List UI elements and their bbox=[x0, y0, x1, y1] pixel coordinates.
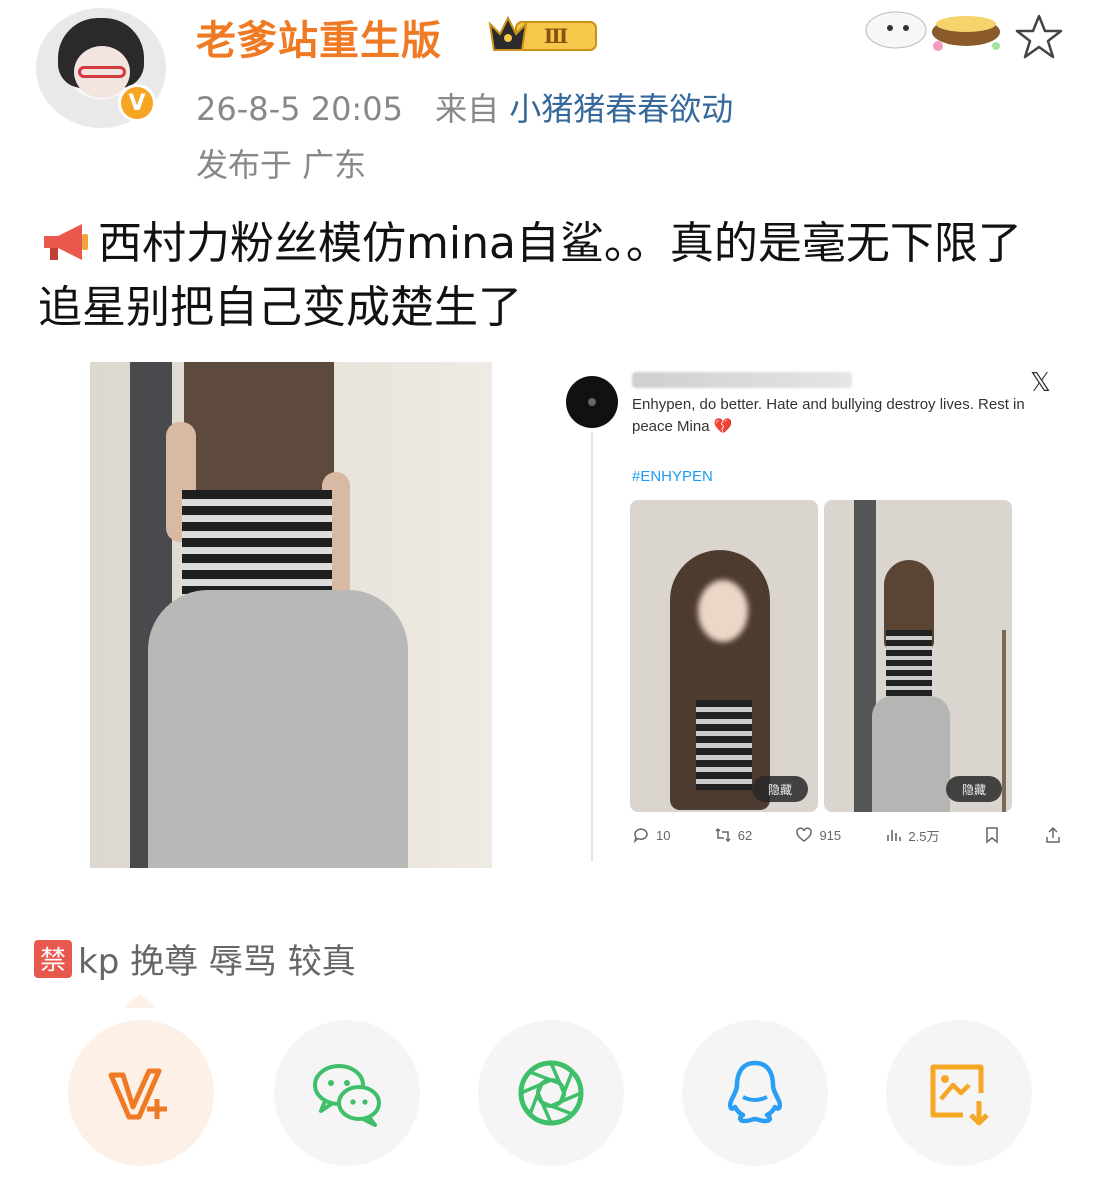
post-location: 发布于 广东 bbox=[196, 146, 367, 184]
tweet-retweet[interactable]: 62 bbox=[714, 826, 752, 844]
tweet-views[interactable]: 2.5万 bbox=[884, 826, 939, 845]
tweet-bookmark[interactable] bbox=[983, 826, 1001, 844]
star-icon[interactable] bbox=[1014, 12, 1064, 62]
tweet-blurred-name bbox=[632, 372, 852, 388]
tweet-text: Enhypen, do better. Hate and bullying de… bbox=[632, 396, 1025, 435]
megaphone-icon bbox=[44, 224, 88, 260]
decoration-stickers-icon bbox=[865, 11, 1000, 51]
moments-share-button[interactable] bbox=[478, 1020, 624, 1166]
share-upload-icon bbox=[1046, 826, 1060, 843]
photo-pants bbox=[148, 590, 408, 868]
views-chart-icon bbox=[887, 830, 902, 841]
post-body: 西村力粉丝模仿mina自鲨。。真的是毫无下限了 追星别把自己变成楚生了 bbox=[38, 218, 1022, 333]
tweet-img1-label[interactable]: 隐藏 bbox=[752, 776, 808, 802]
from-label: 来自 bbox=[435, 90, 500, 128]
post-text: 西村力粉丝模仿mina自鲨。。真的是毫无下限了 追星别把自己变成楚生了 bbox=[38, 212, 1068, 340]
qq-share-button[interactable] bbox=[682, 1020, 828, 1166]
tweet-image-2[interactable]: 隐藏 bbox=[824, 500, 1012, 812]
tweet-img2-stick bbox=[1002, 630, 1006, 812]
verified-badge-icon: V bbox=[118, 84, 156, 122]
save-image-icon bbox=[930, 1064, 989, 1126]
tweet-screenshot[interactable]: 𝕏 Enhypen, do better. Hate and bullying … bbox=[566, 364, 1064, 864]
retweet-count: 62 bbox=[737, 827, 753, 843]
crown-level-badge-icon[interactable]: Ⅲ bbox=[486, 12, 600, 58]
tweet-img2-top bbox=[886, 630, 932, 700]
tooltip-caret bbox=[124, 994, 156, 1008]
wechat-share-button[interactable] bbox=[274, 1020, 420, 1166]
tweet-image-1[interactable]: 隐藏 bbox=[630, 500, 818, 812]
vplus-icon bbox=[108, 1068, 167, 1120]
reply-icon bbox=[633, 828, 648, 844]
tweet-img1-top bbox=[696, 700, 752, 790]
views-count: 2.5万 bbox=[908, 828, 940, 844]
vplus-share-button[interactable] bbox=[68, 1020, 214, 1166]
photo-striped-top bbox=[182, 490, 332, 594]
source-link[interactable]: 小猪猪春春欲动 bbox=[509, 90, 733, 128]
tweet-hashtag[interactable]: #ENHYPEN bbox=[632, 468, 713, 485]
reply-count: 10 bbox=[656, 827, 671, 843]
post-photo-left[interactable] bbox=[90, 362, 492, 868]
tweet-actions: 10 62 915 2.5万 bbox=[632, 820, 1062, 850]
tags-text: kp 挽尊 辱骂 较真 bbox=[78, 942, 356, 982]
heart-icon bbox=[796, 827, 813, 842]
bookmark-icon bbox=[985, 827, 998, 844]
avatar-glasses bbox=[78, 66, 126, 78]
post-meta: 26-8-5 20:05 来自 小猪猪春春欲动 bbox=[196, 84, 733, 130]
tweet-reply[interactable]: 10 bbox=[632, 826, 670, 844]
post-time: 26-8-5 20:05 bbox=[196, 90, 403, 128]
tweet-like[interactable]: 915 bbox=[795, 826, 841, 844]
ban-icon: 禁 bbox=[34, 939, 72, 978]
qq-penguin-icon bbox=[727, 1060, 783, 1124]
tweet-img2-label[interactable]: 隐藏 bbox=[946, 776, 1002, 802]
tweet-thread-line bbox=[591, 432, 593, 862]
username[interactable]: 老爹站重生版 bbox=[196, 8, 442, 66]
content-tags: 禁 kp 挽尊 辱骂 较真 bbox=[34, 934, 356, 983]
level-numeral: Ⅲ bbox=[544, 24, 568, 48]
wechat-icon bbox=[313, 1064, 381, 1127]
tweet-img2-pants bbox=[872, 696, 950, 812]
tweet-share[interactable] bbox=[1044, 826, 1062, 844]
retweet-icon bbox=[715, 827, 731, 843]
tweet-avatar bbox=[566, 376, 618, 428]
save-image-button[interactable] bbox=[886, 1020, 1032, 1166]
moments-aperture-icon bbox=[518, 1060, 584, 1126]
like-count: 915 bbox=[819, 827, 842, 843]
tweet-img1-face-blurred bbox=[698, 580, 748, 642]
share-row bbox=[0, 1020, 1101, 1180]
